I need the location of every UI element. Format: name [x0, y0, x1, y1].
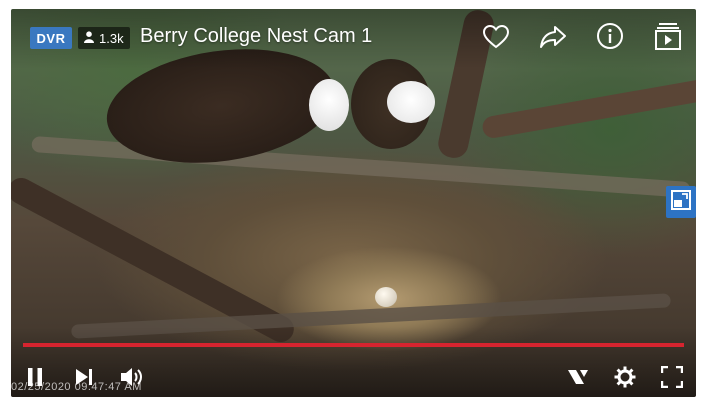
- viewer-count-badge: 1.3k: [78, 27, 130, 49]
- share-icon[interactable]: [537, 23, 569, 51]
- dvr-badge[interactable]: DVR: [30, 27, 72, 49]
- tree-branch: [480, 76, 696, 140]
- eagle-egg: [375, 287, 397, 307]
- playlist-icon[interactable]: [653, 21, 683, 51]
- picture-in-picture-icon: [671, 189, 691, 215]
- progress-fill: [23, 343, 684, 347]
- pause-icon[interactable]: [23, 365, 47, 389]
- skip-next-icon[interactable]: [71, 365, 97, 389]
- clip-icon[interactable]: [564, 365, 592, 389]
- info-icon[interactable]: [595, 21, 625, 51]
- volume-icon[interactable]: [117, 364, 147, 390]
- progress-bar[interactable]: [23, 343, 684, 347]
- gear-icon[interactable]: [612, 364, 638, 390]
- eagle-right-head: [387, 81, 435, 123]
- viewer-count: 1.3k: [99, 30, 124, 46]
- heart-icon[interactable]: [481, 23, 511, 51]
- person-icon: [84, 30, 94, 46]
- stream-title: Berry College Nest Cam 1: [140, 25, 373, 47]
- picture-in-picture-button[interactable]: [666, 186, 696, 218]
- fullscreen-icon[interactable]: [659, 364, 685, 390]
- video-player[interactable]: DVR 1.3k Berry College Nest Cam 1 02/25/…: [11, 9, 696, 397]
- eagle-left-head: [309, 79, 349, 131]
